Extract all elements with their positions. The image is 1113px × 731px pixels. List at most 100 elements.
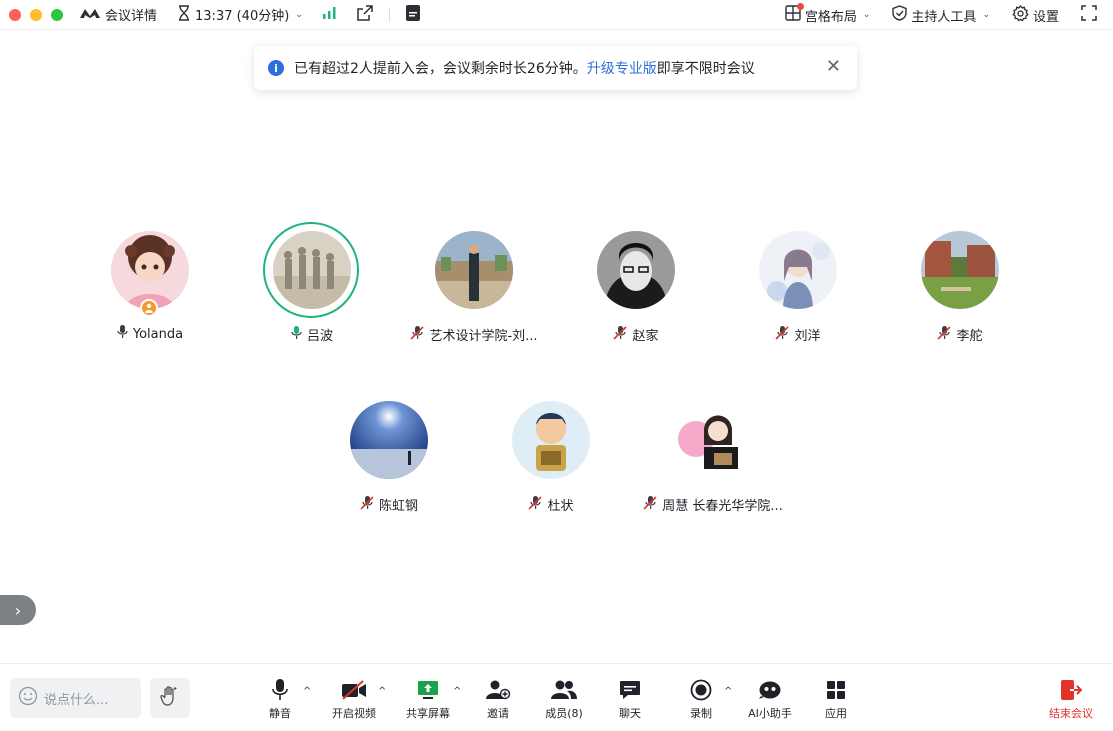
participant-tile[interactable]: 艺术设计学院-刘... (394, 230, 554, 344)
participant-name-row: 赵家 (556, 325, 716, 344)
avatar (759, 231, 837, 309)
microphone-icon (272, 678, 288, 702)
ai-assistant-label: AI小助手 (748, 707, 792, 720)
participant-name-row: 李舵 (880, 325, 1040, 344)
popout-button[interactable] (353, 3, 377, 27)
minimize-window-button[interactable] (30, 8, 42, 21)
avatar-container (673, 401, 753, 481)
fullscreen-icon (1081, 5, 1097, 25)
chat-label: 聊天 (619, 707, 641, 720)
invite-button[interactable]: 邀请 (483, 678, 513, 722)
time-limit-notice: i 已有超过2人提前入会，会议剩余时长26分钟。 升级专业版 即享不限时会议 ✕ (254, 46, 857, 90)
notes-button[interactable] (402, 3, 424, 27)
end-meeting-button[interactable]: 结束会议 (1046, 678, 1096, 722)
avatar-container (110, 231, 190, 317)
avatar (512, 401, 590, 479)
external-link-icon (357, 4, 373, 25)
microphone-muted-icon (528, 495, 543, 514)
expand-panel-button[interactable]: › (0, 595, 36, 625)
ai-assistant-button[interactable]: AI小助手 (747, 678, 793, 722)
participant-tile[interactable]: 陈虹钢 (309, 400, 469, 514)
upgrade-link[interactable]: 升级专业版 (587, 58, 657, 78)
timer-button[interactable]: 13:37 (40分钟) ⌄ (173, 3, 307, 27)
meeting-window: 会议详情 13:37 (40分钟) ⌄ 宫格布局 ⌄ 主持人工具 ⌄ 设置 i … (0, 0, 1113, 731)
participant-name: Yolanda (132, 326, 184, 342)
notice-text: 已有超过2人提前入会，会议剩余时长26分钟。 (294, 61, 587, 77)
avatar-container (434, 231, 514, 311)
close-window-button[interactable] (9, 8, 21, 21)
video-options-caret[interactable]: ^ (378, 686, 386, 697)
participant-name: 陈虹钢 (378, 499, 418, 514)
mute-button[interactable]: 静音 (265, 678, 295, 722)
hand-icon (160, 685, 180, 711)
smiley-icon (18, 686, 38, 710)
start-video-button[interactable]: 开启视频 (330, 678, 378, 722)
avatar-container (349, 401, 429, 481)
mute-options-caret[interactable]: ^ (303, 686, 311, 697)
participant-tile[interactable]: 刘洋 (718, 230, 878, 344)
microphone-muted-icon (937, 325, 952, 344)
settings-button[interactable]: 设置 (1008, 3, 1063, 27)
network-status-button[interactable] (319, 3, 341, 27)
avatar (597, 231, 675, 309)
window-controls (9, 8, 63, 21)
chat-button[interactable]: 聊天 (615, 678, 645, 722)
participant-tile[interactable]: 杜状 (471, 400, 631, 514)
participant-tile[interactable]: 周慧 长春光华学院... (623, 400, 803, 514)
share-options-caret[interactable]: ^ (453, 686, 461, 697)
participant-tile[interactable]: Yolanda (70, 230, 230, 343)
microphone-muted-icon (360, 495, 374, 514)
microphone-muted-icon (410, 325, 425, 344)
host-tools-button[interactable]: 主持人工具 ⌄ (888, 3, 994, 27)
participant-tile[interactable]: 李舵 (880, 230, 1040, 344)
titlebar-divider (388, 7, 390, 22)
members-button[interactable]: 成员(8) (544, 678, 584, 722)
participant-name: 赵家 (632, 329, 659, 344)
avatar-container (263, 222, 359, 318)
document-icon (405, 4, 420, 25)
fullscreen-button[interactable] (1077, 3, 1101, 27)
share-screen-button[interactable]: 共享屏幕 (404, 678, 452, 722)
maximize-window-button[interactable] (51, 8, 63, 21)
start-video-label: 开启视频 (332, 707, 376, 720)
participant-name-row: Yolanda (70, 325, 230, 343)
record-options-caret[interactable]: ^ (724, 686, 732, 697)
microphone-icon (117, 325, 128, 343)
avatar (921, 231, 999, 309)
apps-grid-icon (826, 678, 846, 702)
chevron-down-icon: ⌄ (295, 9, 303, 20)
host-tools-label: 主持人工具 (911, 9, 977, 25)
participant-name: 周慧 长春光华学院... (662, 499, 783, 514)
record-label: 录制 (690, 707, 712, 720)
participant-name: 艺术设计学院-刘... (429, 329, 538, 344)
close-icon[interactable]: ✕ (826, 58, 841, 76)
apps-button[interactable]: 应用 (821, 678, 851, 722)
participant-name-row: 杜状 (471, 495, 631, 514)
chevron-down-icon: ⌄ (862, 10, 871, 20)
layout-label: 宫格布局 (804, 9, 857, 25)
raise-hand-button[interactable] (150, 678, 190, 718)
timer-label: 13:37 (40分钟) (195, 9, 290, 24)
share-screen-icon (417, 678, 439, 702)
info-icon: i (268, 60, 284, 76)
exit-icon (1060, 678, 1082, 702)
chat-placeholder: 说点什么... (44, 692, 109, 708)
record-button[interactable]: 录制 (686, 678, 716, 722)
participant-tile[interactable]: 吕波 (232, 222, 392, 344)
chevron-right-icon: › (14, 600, 22, 620)
bottom-toolbar: 说点什么... 静音 ^ 开启视频 ^ 共享屏幕 ^ 邀请 成员(8) 聊天 录… (0, 663, 1113, 731)
meeting-info-label: 会议详情 (105, 9, 158, 24)
quick-chat-input[interactable]: 说点什么... (10, 678, 141, 718)
microphone-muted-icon (775, 325, 790, 344)
ai-assistant-icon (758, 678, 782, 702)
settings-label: 设置 (1032, 9, 1059, 25)
participant-tile[interactable]: 赵家 (556, 230, 716, 344)
meeting-info-button[interactable]: 会议详情 (75, 3, 161, 27)
video-off-icon (341, 678, 367, 702)
avatar-container (920, 231, 1000, 311)
avatar (111, 231, 189, 309)
layout-button[interactable]: 宫格布局 ⌄ (781, 3, 875, 27)
gear-icon (1012, 4, 1029, 26)
microphone-icon (291, 325, 302, 344)
share-screen-label: 共享屏幕 (406, 707, 450, 720)
